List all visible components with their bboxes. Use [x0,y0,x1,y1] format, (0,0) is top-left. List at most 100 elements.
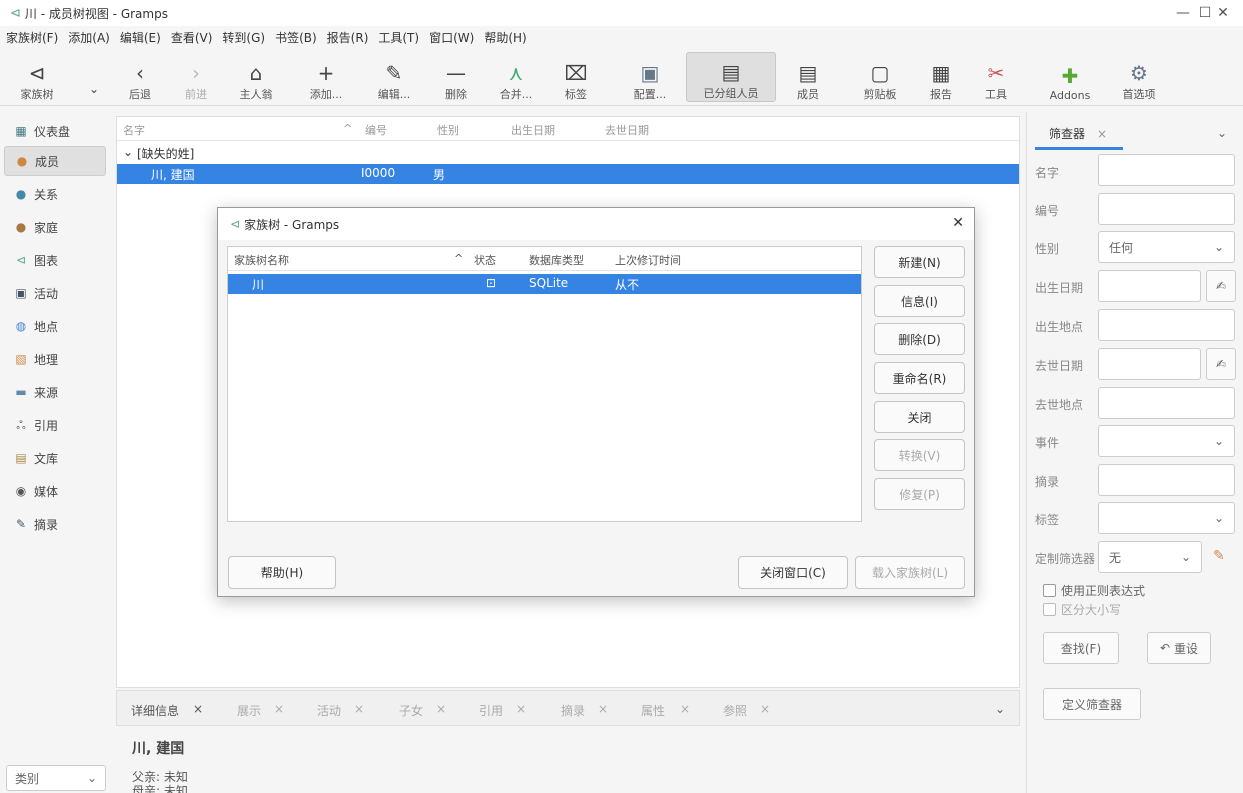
reset-button[interactable]: ↶ 重设 [1147,632,1211,664]
home-button[interactable]: ⌂ 主人翁 [234,52,278,102]
help-button[interactable]: 帮助(H) [228,556,336,589]
menu-edit[interactable]: 编辑(E) [120,29,161,46]
table-row[interactable]: 川, 建国 I0000 男 [117,164,1019,184]
sidebar-item-notes[interactable]: ✎ 摘录 [4,509,106,539]
tab-citations-close-icon[interactable]: × [516,702,526,716]
sidebar-item-families[interactable]: ● 家庭 [4,212,106,242]
close-icon[interactable]: ✕ [952,215,964,231]
chevron-down-icon[interactable]: ⌄ [995,702,1005,716]
regex-checkbox[interactable]: 使用正则表达式 [1043,582,1145,599]
sidebar-item-media[interactable]: ◉ 媒体 [4,476,106,506]
menu-view[interactable]: 查看(V) [171,29,213,46]
family-trees-dropdown[interactable]: ⌄ [84,52,104,102]
column-death-date[interactable]: 去世日期 [605,122,649,138]
column-last-modified[interactable]: 上次修订时间 [615,252,681,268]
tab-attributes[interactable]: 属性 [641,702,665,719]
back-button[interactable]: ‹ 后退 [120,52,160,102]
clipboard-button[interactable]: ▢ 剪贴板 [856,52,904,102]
column-id[interactable]: 编号 [365,122,387,138]
info-button[interactable]: 信息(I) [874,285,965,317]
load-family-tree-button[interactable]: 载入家族树(L) [855,556,965,589]
id-input[interactable] [1098,193,1235,225]
repair-button[interactable]: 修复(P) [874,478,965,510]
add-button[interactable]: + 添加... [304,52,348,102]
delete-button[interactable]: — 删除 [436,52,476,102]
sidebar-item-charts[interactable]: ⊲ 图表 [4,245,106,275]
sidebar-item-people[interactable]: ● 成员 [4,146,106,176]
tools-button[interactable]: ✂ 工具 [976,52,1016,102]
menu-add[interactable]: 添加(A) [68,29,110,46]
edit-button[interactable]: ✎ 编辑... [371,52,417,102]
menu-goto[interactable]: 转到(G) [222,29,265,46]
note-input[interactable] [1098,464,1235,496]
tab-children[interactable]: 子女 [399,702,423,719]
family-trees-button[interactable]: ⊲ 家族树 [12,52,62,102]
tag-button[interactable]: ⌧ 标签 [556,52,596,102]
column-db-type[interactable]: 数据库类型 [529,252,584,268]
define-filter-button[interactable]: 定义筛查器 [1043,688,1141,720]
tab-events-close-icon[interactable]: × [354,702,364,716]
sidebar-item-geography[interactable]: ▧ 地理 [4,344,106,374]
menu-tools[interactable]: 工具(T) [378,29,419,46]
column-status[interactable]: 状态 [474,252,496,268]
tag-select[interactable]: ⌄ [1098,502,1235,534]
merge-button[interactable]: ⋏ 合并... [494,52,538,102]
custom-filter-select[interactable]: 无 ⌄ [1098,541,1202,573]
sidebar-item-citations[interactable]: ஃ 引用 [4,410,106,440]
birth-place-input[interactable] [1098,309,1235,341]
table-row[interactable]: 川 ⊡ SQLite 从不 [228,274,861,294]
name-input[interactable] [1098,154,1235,186]
new-button[interactable]: 新建(N) [874,246,965,278]
category-select[interactable]: 类别 ⌄ [6,765,106,791]
forward-button[interactable]: › 前进 [176,52,216,102]
column-birth-date[interactable]: 出生日期 [511,122,555,138]
sidebar-item-sources[interactable]: ▬ 来源 [4,377,106,407]
sidebar-item-relationships[interactable]: ● 关系 [4,179,106,209]
birth-date-input[interactable] [1098,270,1201,302]
grouped-people-view-button[interactable]: ▤ 已分组人员 [686,52,776,102]
tab-notes[interactable]: 摘录 [561,702,585,719]
death-place-input[interactable] [1098,387,1235,419]
case-sensitive-checkbox[interactable]: 区分大小写 [1043,601,1121,618]
close-window-button[interactable]: ✕ [1203,0,1243,26]
column-name[interactable]: 名字 [123,122,145,138]
menu-bookmarks[interactable]: 书签(B) [275,29,317,46]
convert-button[interactable]: 转换(V) [874,439,965,471]
close-window-dialog-button[interactable]: 关闭窗口(C) [738,556,848,589]
find-button[interactable]: 查找(F) [1043,632,1119,664]
menu-window[interactable]: 窗口(W) [429,29,474,46]
death-date-picker-button[interactable]: ✍ [1206,348,1236,380]
preferences-button[interactable]: ⚙ 首选项 [1114,52,1164,102]
gender-select[interactable]: 任何 ⌄ [1098,231,1235,263]
reports-button[interactable]: ▦ 报告 [920,52,962,102]
tab-notes-close-icon[interactable]: × [598,702,608,716]
rename-button[interactable]: 重命名(R) [874,362,965,394]
filter-tab[interactable]: 筛查器 × [1035,120,1123,150]
birth-date-picker-button[interactable]: ✍ [1206,270,1236,302]
tab-references-close-icon[interactable]: × [760,702,770,716]
edit-filter-icon[interactable]: ✎ [1213,548,1225,564]
event-select[interactable]: ⌄ [1098,425,1235,457]
column-tree-name[interactable]: 家族树名称 [234,252,289,268]
tab-close-icon[interactable]: × [1097,127,1107,141]
tab-references[interactable]: 参照 [723,702,747,719]
menu-family-tree[interactable]: 家族树(F) [6,29,58,46]
death-date-input[interactable] [1098,348,1201,380]
tab-details[interactable]: 详细信息 [126,702,210,731]
tab-attributes-close-icon[interactable]: × [680,702,690,716]
tab-children-close-icon[interactable]: × [436,702,446,716]
close-tree-button[interactable]: 关闭 [874,401,965,433]
menu-help[interactable]: 帮助(H) [484,29,526,46]
sidebar-item-repositories[interactable]: ▤ 文库 [4,443,106,473]
chevron-down-icon[interactable]: ⌄ [1217,126,1227,140]
people-view-button[interactable]: ▤ 成员 [786,52,830,102]
sidebar-item-dashboard[interactable]: ▦ 仪表盘 [4,116,106,146]
configure-button[interactable]: ▣ 配置... [627,52,673,102]
sidebar-item-places[interactable]: ◍ 地点 [4,311,106,341]
delete-tree-button[interactable]: 删除(D) [874,323,965,355]
group-row[interactable]: ⌄ [缺失的姓] [117,143,1019,163]
tab-events[interactable]: 活动 [317,702,341,719]
tab-gallery[interactable]: 展示 [237,702,261,719]
tab-citations[interactable]: 引用 [479,702,503,719]
tab-details-close-icon[interactable]: × [193,702,203,716]
